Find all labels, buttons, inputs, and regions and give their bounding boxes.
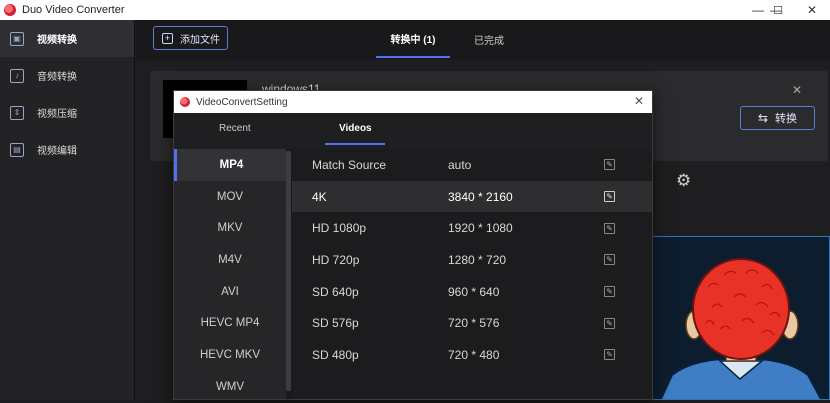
resolution-value: 3840 * 2160 [448,189,513,204]
resolution-list: Match Source auto ✎ 4K 3840 * 2160 ✎ HD … [292,149,652,399]
sidebar: ▣ 视频转换 ♪ 音频转换 ⇕ 视频压缩 ▤ 视频编辑 [0,20,135,400]
resolution-value: 1920 * 1080 [448,221,513,236]
tab-completed[interactable]: 已完成 [462,20,516,58]
edit-icon[interactable]: ✎ [604,159,615,171]
format-item-hevc-mkv[interactable]: HEVC MKV [174,339,286,371]
format-item-avi[interactable]: AVI [174,276,286,308]
format-item-mp4[interactable]: MP4 [174,149,286,181]
resolution-item-sd-576p[interactable]: SD 576p 720 * 576 ✎ [292,307,652,339]
edit-video-icon: ▤ [10,142,24,157]
convert-settings-dialog: VideoConvertSetting ✕ Recent Videos MP4 … [173,90,653,400]
video-preview-image [649,236,830,400]
add-file-label: 添加文件 [180,34,220,46]
format-item-mov[interactable]: MOV [174,181,286,213]
resolution-value: auto [448,157,472,172]
convert-arrows-icon: ⇆ [757,111,769,125]
audio-file-icon: ♪ [10,68,24,83]
app-logo-icon [180,97,190,107]
dialog-close-button[interactable]: ✕ [634,94,644,108]
preview-figure-graphic [650,237,829,399]
top-toolbar: + 添加文件 转换中 (1) 已完成 [136,20,830,60]
dialog-tabs: Recent Videos [174,113,652,149]
video-file-icon: ▣ [10,31,24,46]
remove-file-button[interactable]: ✕ [792,83,802,97]
edit-icon[interactable]: ✎ [604,254,615,266]
format-item-mkv[interactable]: MKV [174,212,286,244]
maximize-button[interactable]: ☐ [760,0,796,20]
resolution-name: SD 576p [312,316,359,331]
resolution-name: Match Source [312,157,387,172]
resolution-value: 720 * 480 [448,347,500,362]
sidebar-item-video-convert[interactable]: ▣ 视频转换 [0,20,134,57]
resolution-value: 1280 * 720 [448,252,507,267]
app-logo-icon [4,4,16,16]
tab-recent[interactable]: Recent [219,123,251,134]
tab-converting[interactable]: 转换中 (1) [376,20,450,58]
window-titlebar: Duo Video Converter — [0,0,830,20]
edit-icon[interactable]: ✎ [604,349,615,361]
add-file-button[interactable]: + 添加文件 [153,26,228,50]
resolution-item-hd-1080p[interactable]: HD 1080p 1920 * 1080 ✎ [292,212,652,244]
dialog-titlebar: VideoConvertSetting ✕ [174,91,652,113]
sidebar-item-video-compress[interactable]: ⇕ 视频压缩 [0,94,134,131]
sidebar-item-label: 音频转换 [37,72,77,83]
resolution-name: SD 640p [312,284,359,299]
edit-icon[interactable]: ✎ [604,191,615,203]
edit-icon[interactable]: ✎ [604,222,615,234]
window-title: Duo Video Converter [22,4,125,16]
edit-icon[interactable]: ✎ [604,317,615,329]
resolution-name: SD 480p [312,347,359,362]
close-window-button[interactable]: ✕ [794,0,830,20]
resolution-name: 4K [312,189,327,204]
resolution-name: HD 720p [312,252,360,267]
resolution-item-sd-640p[interactable]: SD 640p 960 * 640 ✎ [292,276,652,308]
format-item-m4v[interactable]: M4V [174,244,286,276]
gear-icon[interactable]: ⚙ [676,171,691,191]
tab-videos-label: Videos [339,123,372,134]
resolution-value: 720 * 576 [448,316,500,331]
convert-button[interactable]: ⇆ 转换 [740,106,815,130]
active-tab-underline [325,143,385,145]
format-list-scrollbar[interactable] [286,151,291,391]
resolution-item-match-source[interactable]: Match Source auto ✎ [292,149,652,181]
add-icon: + [162,32,173,44]
tab-videos[interactable]: Videos [325,123,385,145]
format-item-wmv[interactable]: WMV [174,371,286,403]
resolution-value: 960 * 640 [448,284,500,299]
sidebar-item-label: 视频压缩 [37,109,77,120]
sidebar-item-label: 视频编辑 [37,146,77,157]
dialog-title: VideoConvertSetting [196,96,288,108]
format-list: MP4 MOV MKV M4V AVI HEVC MP4 HEVC MKV WM… [174,149,286,399]
format-item-hevc-mp4[interactable]: HEVC MP4 [174,307,286,339]
sidebar-item-label: 视频转换 [37,35,77,46]
resolution-item-hd-720p[interactable]: HD 720p 1280 * 720 ✎ [292,244,652,276]
compress-icon: ⇕ [10,105,24,120]
resolution-item-sd-480p[interactable]: SD 480p 720 * 480 ✎ [292,339,652,371]
resolution-item-4k[interactable]: 4K 3840 * 2160 ✎ [292,180,652,213]
sidebar-item-audio-convert[interactable]: ♪ 音频转换 [0,57,134,94]
sidebar-item-video-edit[interactable]: ▤ 视频编辑 [0,131,134,168]
edit-icon[interactable]: ✎ [604,286,615,298]
resolution-name: HD 1080p [312,221,367,236]
convert-label: 转换 [775,113,798,125]
